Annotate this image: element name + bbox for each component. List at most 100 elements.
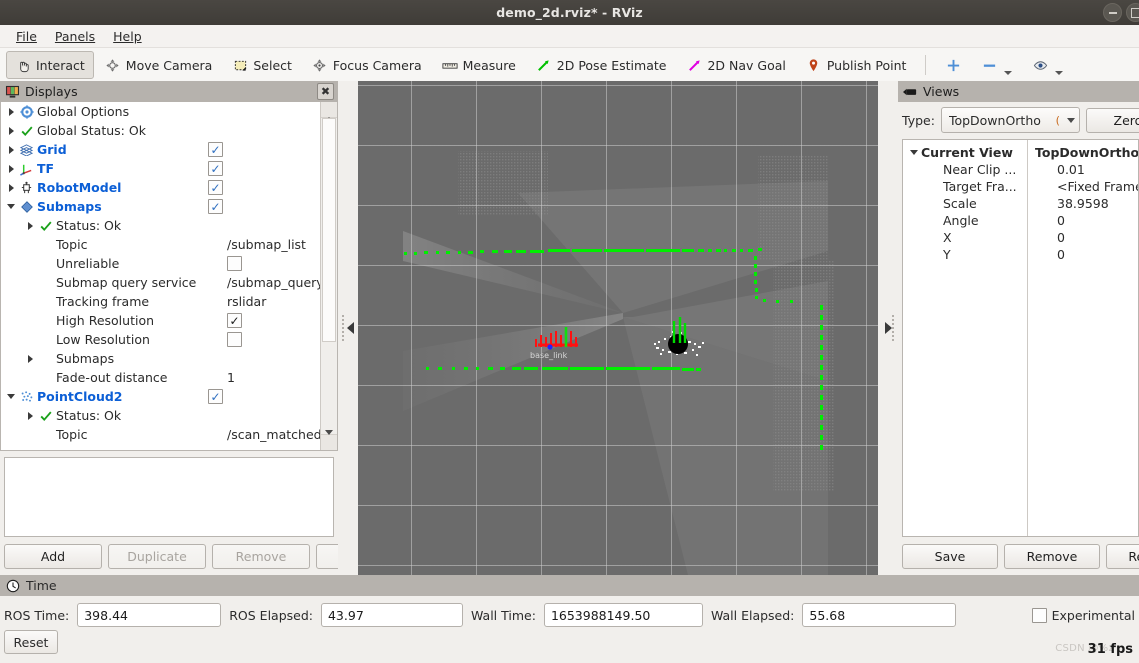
displays-tree-row[interactable]: Submaps <box>1 349 321 368</box>
displays-tree-row[interactable]: Status: Ok <box>1 216 321 235</box>
scrollbar-thumb[interactable] <box>322 118 336 342</box>
displays-tree-row[interactable]: Tracking frame rslidar <box>1 292 321 311</box>
close-icon[interactable]: ✖ <box>317 83 334 100</box>
views-row-value[interactable]: 0 <box>1053 247 1138 262</box>
views-row-value[interactable]: <Fixed Frame> <box>1053 179 1138 194</box>
chevron-right-icon[interactable] <box>23 409 37 423</box>
visibility-menu-caret-icon[interactable] <box>1055 71 1064 75</box>
views-tree-row[interactable]: Current View TopDownOrtho <box>903 144 1138 161</box>
add-tool-button[interactable] <box>936 51 970 79</box>
displays-scrollbar[interactable] <box>320 102 337 450</box>
displays-splitter[interactable] <box>338 81 358 575</box>
remove-view-button[interactable]: Remove <box>1004 544 1100 569</box>
views-tree-row[interactable]: Scale 38.9598 <box>903 195 1138 212</box>
wall-time-input[interactable]: 1653988149.50 <box>543 603 703 627</box>
rename-view-button[interactable]: Rename <box>1106 544 1139 569</box>
collapse-right-arrow-icon[interactable] <box>885 322 892 334</box>
rviz-3d-render-area[interactable]: base_link <box>358 81 878 575</box>
displays-tree-row[interactable]: Global Options <box>1 102 321 121</box>
displays-tree-row[interactable]: Submap query service/submap_query <box>1 273 321 292</box>
displays-row-checkbox[interactable] <box>227 332 242 347</box>
views-tree-row[interactable]: Y0 <box>903 246 1138 263</box>
chevron-right-icon[interactable] <box>4 181 18 195</box>
chevron-down-icon[interactable] <box>907 146 921 160</box>
displays-tree-row[interactable]: PointCloud2 ✓ <box>1 387 321 406</box>
reset-button[interactable]: Reset <box>4 630 58 654</box>
views-property-tree[interactable]: Current View TopDownOrtho Near Clip ... 0.0… <box>902 139 1139 537</box>
displays-tree-row[interactable]: High Resolution ✓ <box>1 311 321 330</box>
menu-panels[interactable]: Panels <box>46 27 104 46</box>
tool-2d-nav-goal[interactable]: 2D Nav Goal <box>677 51 794 79</box>
displays-tree-row[interactable]: RobotModel ✓ <box>1 178 321 197</box>
tool-focus-camera[interactable]: Focus Camera <box>303 51 431 79</box>
tool-interact[interactable]: Interact <box>6 51 94 79</box>
remove-tool-button[interactable] <box>972 51 1021 79</box>
tool-measure[interactable]: Measure <box>433 51 525 79</box>
chevron-right-icon[interactable] <box>4 105 18 119</box>
menu-help[interactable]: Help <box>104 27 151 46</box>
displays-row-checkbox[interactable]: ✓ <box>208 199 223 214</box>
menu-file[interactable]: File <box>7 27 46 46</box>
view-type-combobox[interactable]: TopDownOrtho ( <box>940 107 1080 133</box>
scroll-down-button[interactable] <box>321 434 337 450</box>
tool-2d-pose-estimate[interactable]: 2D Pose Estimate <box>527 51 676 79</box>
displays-row-value[interactable]: /scan_matched_p <box>227 427 321 442</box>
views-row-value[interactable]: TopDownOrtho <box>1031 145 1138 160</box>
views-tree-row[interactable]: X0 <box>903 229 1138 246</box>
chevron-down-icon[interactable] <box>1066 117 1075 123</box>
chevron-right-icon[interactable] <box>4 124 18 138</box>
views-tree-row[interactable]: Angle 0 <box>903 212 1138 229</box>
views-row-value[interactable]: 38.9598 <box>1053 196 1138 211</box>
displays-row-value[interactable]: rslidar <box>227 294 266 309</box>
scroll-up-button[interactable] <box>321 102 337 118</box>
experimental-checkbox-row[interactable]: Experimental <box>1031 607 1135 623</box>
save-view-button[interactable]: Save <box>902 544 998 569</box>
tool-visibility-button[interactable] <box>1023 51 1072 79</box>
views-splitter[interactable] <box>878 81 898 575</box>
displays-tree[interactable]: Global Options Global Status: Ok Grid ✓ TF ✓ R… <box>1 102 321 450</box>
displays-row-value[interactable]: 1 <box>227 370 235 385</box>
chevron-right-icon[interactable] <box>4 162 18 176</box>
chevron-right-icon[interactable] <box>4 143 18 157</box>
displays-tree-row[interactable]: Unreliable <box>1 254 321 273</box>
chevron-down-icon[interactable] <box>4 390 18 404</box>
views-row-value[interactable]: 0.01 <box>1053 162 1138 177</box>
displays-row-checkbox[interactable] <box>227 256 242 271</box>
minimize-button[interactable] <box>1103 3 1122 22</box>
views-row-value[interactable]: 0 <box>1053 213 1138 228</box>
remove-tool-menu-caret-icon[interactable] <box>1004 71 1013 75</box>
tool-select[interactable]: Select <box>223 51 301 79</box>
add-display-button[interactable]: Add <box>4 544 102 569</box>
displays-tree-row[interactable]: Global Status: Ok <box>1 121 321 140</box>
views-row-value[interactable]: 0 <box>1053 230 1138 245</box>
chevron-down-icon[interactable] <box>4 200 18 214</box>
wall-elapsed-input[interactable]: 55.68 <box>802 603 957 627</box>
displays-row-value[interactable]: /submap_query <box>227 275 321 290</box>
tool-move-camera[interactable]: Move Camera <box>96 51 222 79</box>
displays-tree-row[interactable]: Low Resolution <box>1 330 321 349</box>
collapse-left-arrow-icon[interactable] <box>347 322 354 334</box>
views-tree-row[interactable]: Near Clip ... 0.01 <box>903 161 1138 178</box>
displays-row-checkbox[interactable]: ✓ <box>208 180 223 195</box>
ros-time-input[interactable]: 398.44 <box>77 603 222 627</box>
zero-button[interactable]: Zero <box>1085 107 1139 133</box>
tool-publish-point[interactable]: Publish Point <box>797 51 916 79</box>
chevron-right-icon[interactable] <box>23 352 37 366</box>
ros-elapsed-input[interactable]: 43.97 <box>320 603 463 627</box>
displays-tree-row[interactable]: Topic/scan_matched_p <box>1 425 321 444</box>
displays-tree-row[interactable]: Topic/submap_list <box>1 235 321 254</box>
displays-row-checkbox[interactable]: ✓ <box>208 142 223 157</box>
displays-row-checkbox[interactable]: ✓ <box>208 161 223 176</box>
displays-row-checkbox[interactable]: ✓ <box>208 389 223 404</box>
displays-row-checkbox[interactable]: ✓ <box>227 313 242 328</box>
experimental-checkbox[interactable] <box>1031 607 1047 623</box>
displays-row-value[interactable]: /submap_list <box>227 237 306 252</box>
views-tree-row[interactable]: Target Fra... <Fixed Frame> <box>903 178 1138 195</box>
displays-tree-row[interactable]: Fade-out distance 1 <box>1 368 321 387</box>
displays-tree-row[interactable]: Status: Ok <box>1 406 321 425</box>
displays-tree-row[interactable]: TF ✓ <box>1 159 321 178</box>
displays-tree-row[interactable]: Submaps ✓ <box>1 197 321 216</box>
maximize-button[interactable] <box>1126 3 1139 22</box>
displays-tree-row[interactable]: Grid ✓ <box>1 140 321 159</box>
chevron-right-icon[interactable] <box>23 219 37 233</box>
